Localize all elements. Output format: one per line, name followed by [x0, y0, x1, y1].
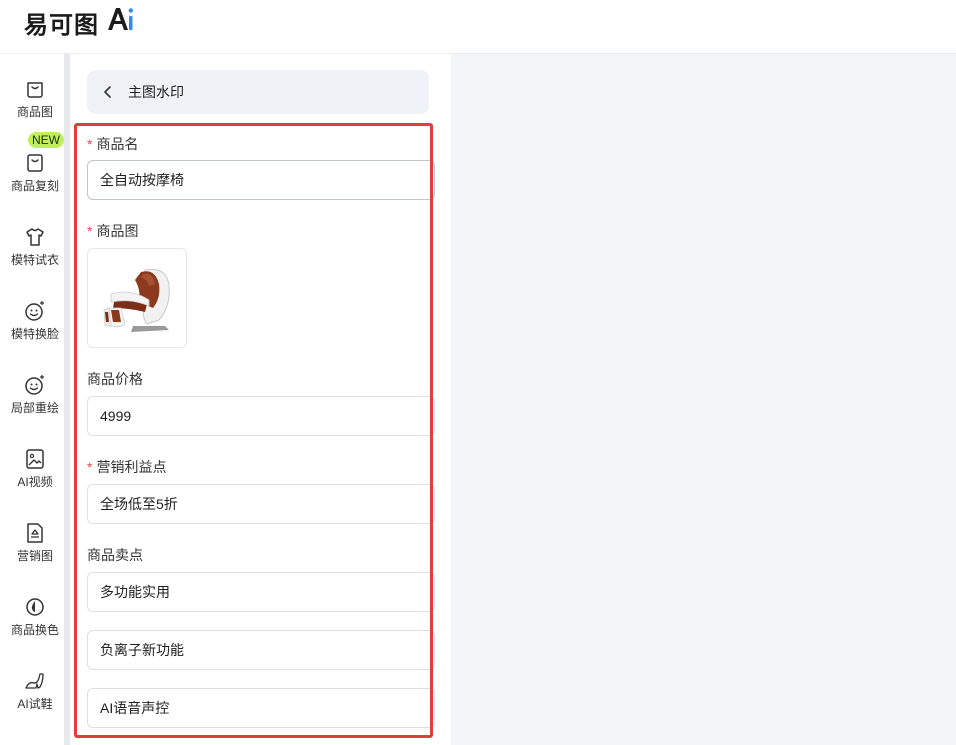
- back-button[interactable]: 主图水印: [87, 70, 429, 114]
- sidebar-item-marketing[interactable]: 营销图: [0, 522, 70, 565]
- marketing-doc-icon: [27, 523, 43, 543]
- top-bar: 易可图: [0, 0, 956, 54]
- input-value: 全自动按摩椅: [100, 172, 184, 188]
- selling-points-label: 商品卖点: [87, 545, 143, 565]
- sidebar-item-label: 商品换色: [10, 623, 59, 637]
- video-image-icon: [26, 449, 44, 469]
- input-value: 4999: [100, 408, 132, 424]
- input-value: 多功能实用: [100, 584, 170, 600]
- bag-icon: [27, 82, 43, 98]
- selling-point-input-3[interactable]: AI语音声控: [87, 688, 435, 728]
- ai-logo-icon: [108, 7, 133, 30]
- logo-ai-mark: [105, 5, 133, 40]
- sidebar-item-recolor[interactable]: 商品换色: [0, 596, 70, 639]
- sidebar-item-inpaint[interactable]: 局部重绘: [0, 374, 70, 417]
- left-sidebar: 商品图 NEW 商品复刻 模特试衣 模特换脸 局部重绘 AI视频 营销图 商品换…: [0, 54, 64, 745]
- sidebar-item-label: 局部重绘: [10, 401, 59, 415]
- sidebar-item-label: 模特试衣: [10, 253, 59, 267]
- sidebar-item-label: 商品图: [16, 105, 53, 119]
- sidebar-item-label: AI试鞋: [17, 697, 53, 711]
- input-value: 负离子新功能: [100, 642, 184, 658]
- tshirt-icon: [26, 228, 44, 246]
- sidebar-item-label: 商品复刻: [10, 179, 59, 193]
- label-text: 商品图: [96, 223, 139, 239]
- sidebar-item-label: 营销图: [16, 549, 53, 563]
- face-sparkle-icon: [25, 301, 44, 321]
- sidebar-item-model-tryon[interactable]: 模特试衣: [0, 226, 70, 269]
- chevron-left-icon: [104, 86, 111, 98]
- required-mark: *: [87, 136, 93, 152]
- new-badge: NEW: [28, 132, 64, 148]
- marketing-label: * 营销利益点: [87, 457, 166, 477]
- required-mark: *: [87, 223, 93, 239]
- app-logo[interactable]: 易可图: [24, 5, 133, 40]
- watermark-panel: 主图水印 * 商品名 全自动按摩椅 * 商品图 商品价格 4999 * 营销利益…: [70, 54, 451, 745]
- input-value: AI语音声控: [100, 700, 170, 716]
- massage-chair-image: [103, 268, 170, 332]
- preview-canvas: [451, 54, 956, 745]
- sidebar-item-label: 模特换脸: [10, 327, 59, 341]
- label-text: 营销利益点: [96, 459, 167, 475]
- product-name-input[interactable]: 全自动按摩椅: [87, 160, 435, 200]
- sidebar-item-ai-shoe[interactable]: AI试鞋: [0, 670, 70, 713]
- face-sparkle-icon: [25, 375, 44, 395]
- selling-point-input-1[interactable]: 多功能实用: [87, 572, 435, 612]
- panel-title: 主图水印: [128, 84, 184, 100]
- sidebar-item-product-copy[interactable]: 商品复刻: [0, 152, 70, 195]
- price-input[interactable]: 4999: [87, 396, 435, 436]
- sidebar-item-face-swap[interactable]: 模特换脸: [0, 300, 70, 343]
- sidebar-item-product-image[interactable]: 商品图: [0, 78, 70, 121]
- sidebar-item-ai-video[interactable]: AI视频: [0, 448, 70, 491]
- logo-text: 易可图: [24, 11, 99, 39]
- color-drop-icon: [26, 598, 44, 616]
- label-text: 商品名: [96, 136, 139, 152]
- product-image-label: * 商品图: [87, 221, 138, 241]
- label-text: 商品卖点: [87, 547, 143, 563]
- bag-copy-icon: [27, 154, 43, 172]
- required-mark: *: [87, 459, 93, 475]
- label-text: 商品价格: [87, 371, 143, 387]
- sidebar-item-label: AI视频: [17, 475, 53, 489]
- selling-point-input-2[interactable]: 负离子新功能: [87, 630, 435, 670]
- price-label: 商品价格: [87, 369, 143, 389]
- input-value: 全场低至5折: [100, 496, 178, 512]
- product-name-label: * 商品名: [87, 134, 138, 154]
- marketing-input[interactable]: 全场低至5折: [87, 484, 435, 524]
- product-image-thumbnail[interactable]: [87, 248, 187, 348]
- high-heel-icon: [25, 673, 44, 689]
